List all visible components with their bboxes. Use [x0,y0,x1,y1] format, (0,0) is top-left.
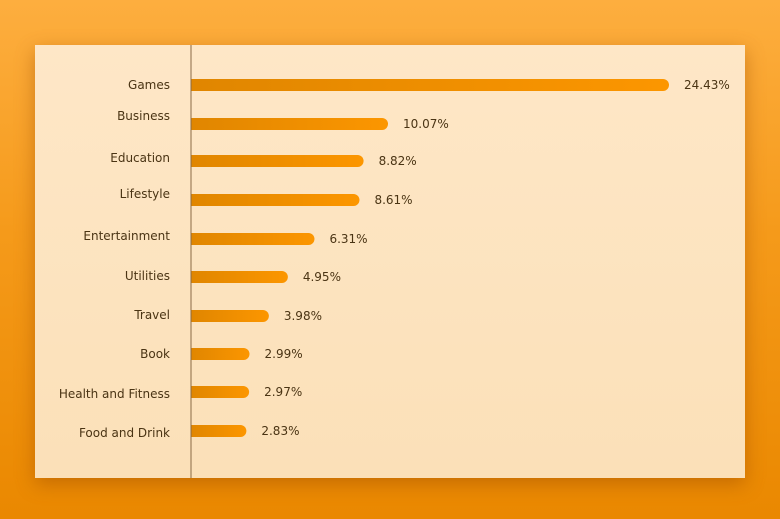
bar-food-and-drink [191,425,247,437]
category-label: Health and Fitness [59,387,170,401]
bar-health-and-fitness [191,386,250,398]
value-label: 8.61% [374,193,412,207]
category-label: Book [140,347,170,361]
category-label: Entertainment [83,229,170,243]
value-label: 24.43% [684,78,730,92]
bar-book [191,348,250,360]
value-label: 6.31% [329,232,367,246]
category-label: Utilities [125,269,170,283]
value-label: 4.95% [303,270,341,284]
value-label: 10.07% [403,117,449,131]
value-label: 2.99% [265,347,303,361]
bar-entertainment [191,233,315,245]
value-label: 8.82% [379,154,417,168]
category-labels-group: Games Business Education Lifestyle Entertain… [59,78,170,440]
bar-business [191,118,389,130]
category-label: Travel [133,308,170,322]
value-label: 2.97% [264,385,302,399]
category-label: Games [128,78,170,92]
category-label: Education [110,151,170,165]
category-label: Lifestyle [120,187,170,201]
category-label: Food and Drink [79,426,170,440]
value-labels-group: 24.43% 10.07% 8.82% 8.61% 6.31% 4.95% 3.98% 2.9… [261,78,729,438]
bar-lifestyle [191,194,360,206]
bar-travel [191,310,269,322]
bar-games [191,79,669,91]
bar-chart: Games Business Education Lifestyle Entertain… [59,45,730,478]
category-label: Business [117,109,170,123]
value-label: 2.83% [261,424,299,438]
bar-utilities [191,271,288,283]
value-label: 3.98% [284,309,322,323]
bars-group [191,79,669,437]
bar-education [191,155,364,167]
